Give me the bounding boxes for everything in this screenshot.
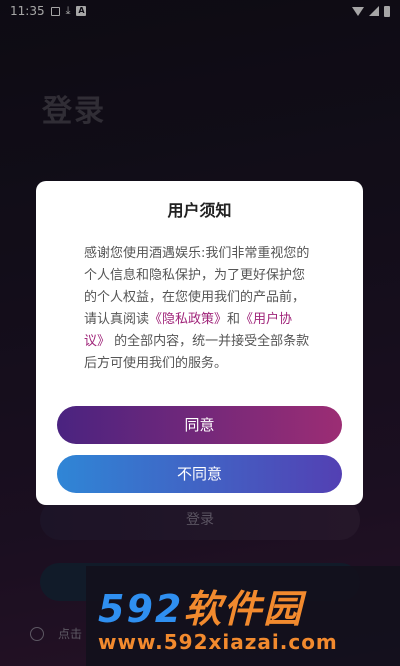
watermark: 592软件园 www.592xiazai.com <box>86 566 400 666</box>
dialog-text-2: 的全部内容，统一并接受全部条款后方可使用我们的服务。 <box>84 334 310 371</box>
watermark-logo-number: 592 <box>98 587 184 631</box>
watermark-logo-text: 软件园 <box>183 587 304 631</box>
user-notice-dialog: 用户须知 感谢您使用酒遇娱乐:我们非常重视您的个人信息和隐私保护，为了更好保护您… <box>36 181 363 505</box>
watermark-logo: 592软件园 <box>98 578 303 633</box>
dialog-title: 用户须知 <box>167 201 232 220</box>
disagree-button[interactable]: 不同意 <box>57 455 342 493</box>
privacy-policy-link[interactable]: 《隐私政策》 <box>149 312 227 327</box>
dialog-and-text: 和 <box>227 312 241 327</box>
agree-button[interactable]: 同意 <box>57 406 342 444</box>
watermark-url: www.592xiazai.com <box>98 630 338 654</box>
dialog-body: 感谢您使用酒遇娱乐:我们非常重视您的个人信息和隐私保护，为了更好保护您的个人权益… <box>84 243 316 375</box>
